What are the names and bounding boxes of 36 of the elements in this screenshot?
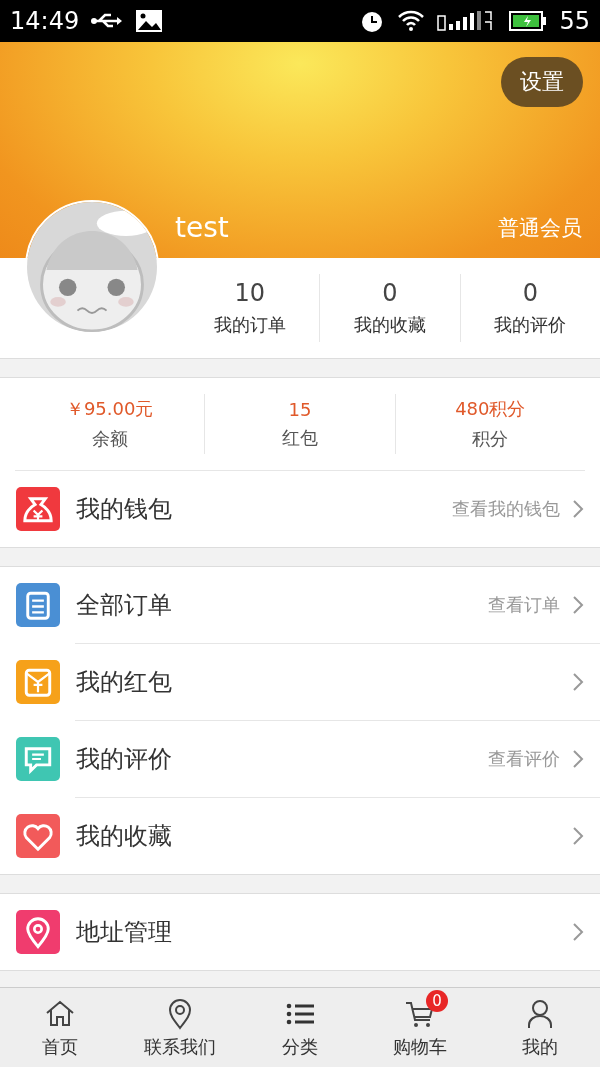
- nav-tab[interactable]: 首页: [0, 988, 120, 1067]
- menu-item[interactable]: 地址管理: [0, 894, 600, 970]
- nav-tab[interactable]: 我的: [480, 988, 600, 1067]
- balance-item[interactable]: 480积分 积分: [394, 394, 585, 454]
- member-level: 普通会员: [498, 214, 582, 242]
- menu-hint: 查看评价: [488, 747, 560, 771]
- settings-button[interactable]: 设置: [501, 57, 583, 107]
- stat-item[interactable]: 0 我的收藏: [319, 274, 460, 342]
- battery-icon: [509, 10, 548, 32]
- menu-item[interactable]: 我的红包: [0, 644, 600, 720]
- chevron-icon: [572, 595, 584, 615]
- battery-level: 55: [559, 7, 590, 35]
- chevron-icon: [572, 499, 584, 519]
- menu-hint: 查看订单: [488, 593, 560, 617]
- balance-item[interactable]: ￥95.00元 余额: [15, 394, 205, 454]
- usb-icon: [91, 12, 124, 30]
- balance-item[interactable]: 15 红包: [204, 394, 395, 454]
- chevron-icon: [572, 922, 584, 942]
- chevron-icon: [572, 672, 584, 692]
- chevron-icon: [572, 749, 584, 769]
- menu-item[interactable]: 我的收藏: [0, 798, 600, 874]
- stat-item[interactable]: 0 我的评价: [459, 274, 600, 342]
- cart-count: 0: [426, 990, 448, 1012]
- nav-tab[interactable]: 分类: [240, 988, 360, 1067]
- menu-item[interactable]: 全部订单 查看订单: [0, 567, 600, 643]
- nav-tab[interactable]: 联系我们: [120, 988, 240, 1067]
- chevron-icon: [572, 826, 584, 846]
- menu-hint: 查看我的钱包: [452, 497, 560, 521]
- wifi-icon: [397, 9, 426, 33]
- image-icon: [135, 9, 164, 33]
- nav-tab[interactable]: 购物车 0: [360, 988, 480, 1067]
- menu-item[interactable]: 我的钱包 查看我的钱包: [0, 471, 600, 547]
- clock-time: 14:49: [10, 7, 80, 35]
- stat-item[interactable]: 10 我的订单: [180, 274, 320, 342]
- username: test: [175, 211, 230, 244]
- menu-item[interactable]: 我的评价 查看评价: [0, 721, 600, 797]
